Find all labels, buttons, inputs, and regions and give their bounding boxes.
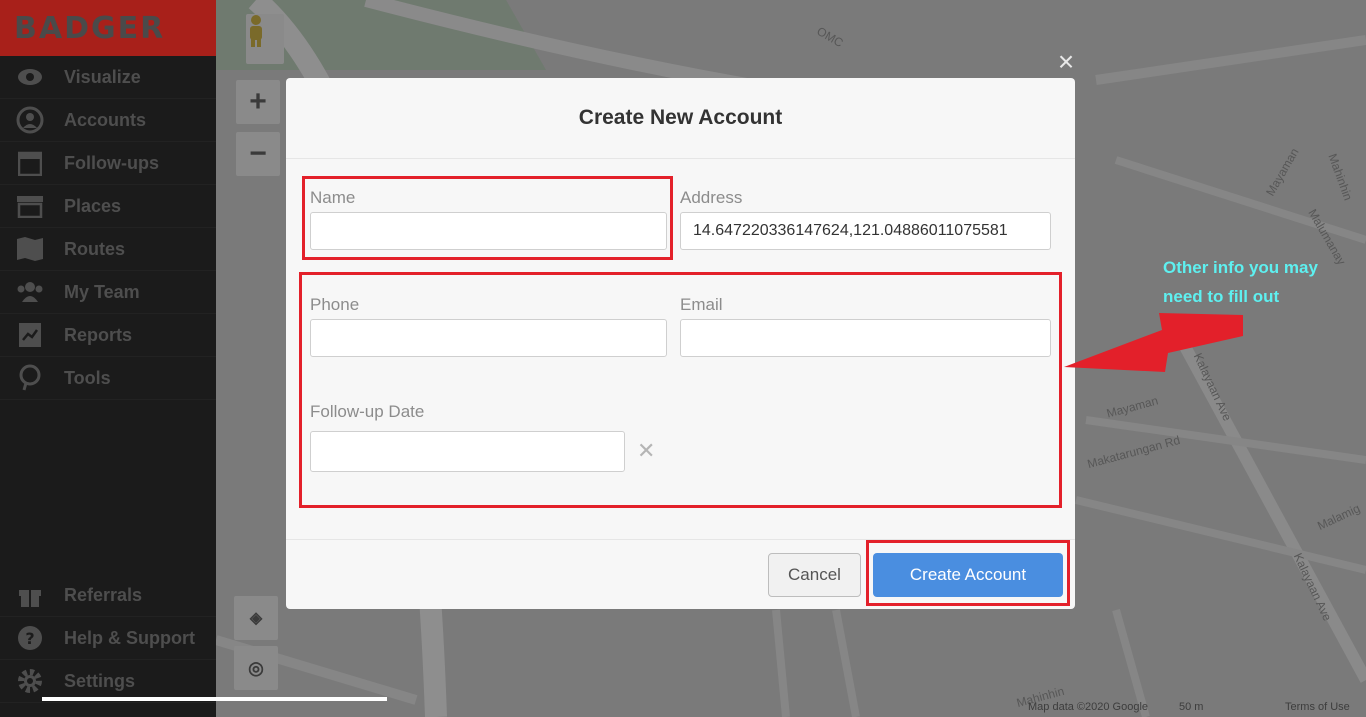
sidebar-item-label: Help & Support <box>64 627 195 648</box>
annotation-note: Other info you may need to fill out <box>1163 258 1318 306</box>
zoom-in-button[interactable]: + <box>236 80 280 124</box>
street-view-pegman[interactable] <box>246 14 284 64</box>
sidebar-item-follow-ups[interactable]: Follow-ups <box>0 142 216 185</box>
loading-bar <box>42 697 387 701</box>
pegman-icon <box>250 15 262 47</box>
highlight-name-field <box>302 176 673 260</box>
sidebar-item-label: Visualize <box>64 66 141 87</box>
sidebar-item-label: Tools <box>64 367 111 388</box>
chat-bulb-icon <box>16 364 44 392</box>
sidebar-item-label: Reports <box>64 324 133 345</box>
highlight-other-info <box>299 272 1062 508</box>
sidebar-item-my-team[interactable]: My Team <box>0 271 216 314</box>
sidebar-item-visualize[interactable]: Visualize <box>0 56 216 99</box>
sidebar-item-accounts[interactable]: Accounts <box>0 99 216 142</box>
eye-icon <box>16 63 44 91</box>
modal-title: Create New Account <box>286 78 1075 159</box>
report-icon <box>16 321 44 349</box>
annotation-arrow-icon <box>1064 313 1243 372</box>
gift-icon <box>16 581 44 609</box>
address-input[interactable] <box>680 212 1051 250</box>
sidebar-item-label: Routes <box>64 238 126 259</box>
map-scale: 50 m <box>1179 701 1204 713</box>
layers-button[interactable]: ◈ <box>234 596 278 640</box>
sidebar: BADGER Visualize Accounts Follow-ups Pla… <box>0 0 216 717</box>
sidebar-item-label: Places <box>64 195 122 216</box>
sidebar-item-label: Settings <box>64 670 136 691</box>
sidebar-item-label: My Team <box>64 281 140 302</box>
sidebar-item-label: Follow-ups <box>64 152 159 173</box>
svg-text:?: ? <box>25 629 34 648</box>
modal-close-button[interactable]: × <box>1054 48 1078 76</box>
cancel-button[interactable]: Cancel <box>768 553 861 597</box>
zoom-out-button[interactable]: − <box>236 132 280 176</box>
sidebar-item-places[interactable]: Places <box>0 185 216 228</box>
sidebar-item-routes[interactable]: Routes <box>0 228 216 271</box>
sidebar-item-tools[interactable]: Tools <box>0 357 216 400</box>
map-terms-link[interactable]: Terms of Use <box>1285 701 1350 713</box>
question-icon: ? <box>16 624 44 652</box>
calendar-icon <box>16 149 44 177</box>
user-circle-icon <box>16 106 44 134</box>
highlight-create-button <box>866 540 1070 606</box>
sidebar-bottom: Referrals ? Help & Support Settings <box>0 574 216 703</box>
sidebar-item-referrals[interactable]: Referrals <box>0 574 216 617</box>
sidebar-item-reports[interactable]: Reports <box>0 314 216 357</box>
map-attribution: Map data ©2020 Google <box>1028 701 1149 713</box>
sidebar-item-label: Referrals <box>64 584 143 605</box>
app-logo[interactable]: BADGER <box>0 0 216 56</box>
address-label: Address <box>680 188 743 207</box>
map-icon <box>16 235 44 263</box>
layers-icon: ◈ <box>249 610 263 627</box>
locate-button[interactable]: ◎ <box>234 646 278 690</box>
sidebar-item-help-support[interactable]: ? Help & Support <box>0 617 216 660</box>
store-icon <box>16 192 44 220</box>
gear-icon <box>16 667 44 695</box>
locate-icon: ◎ <box>248 657 264 678</box>
sidebar-item-label: Accounts <box>64 109 147 130</box>
team-icon <box>16 278 44 306</box>
